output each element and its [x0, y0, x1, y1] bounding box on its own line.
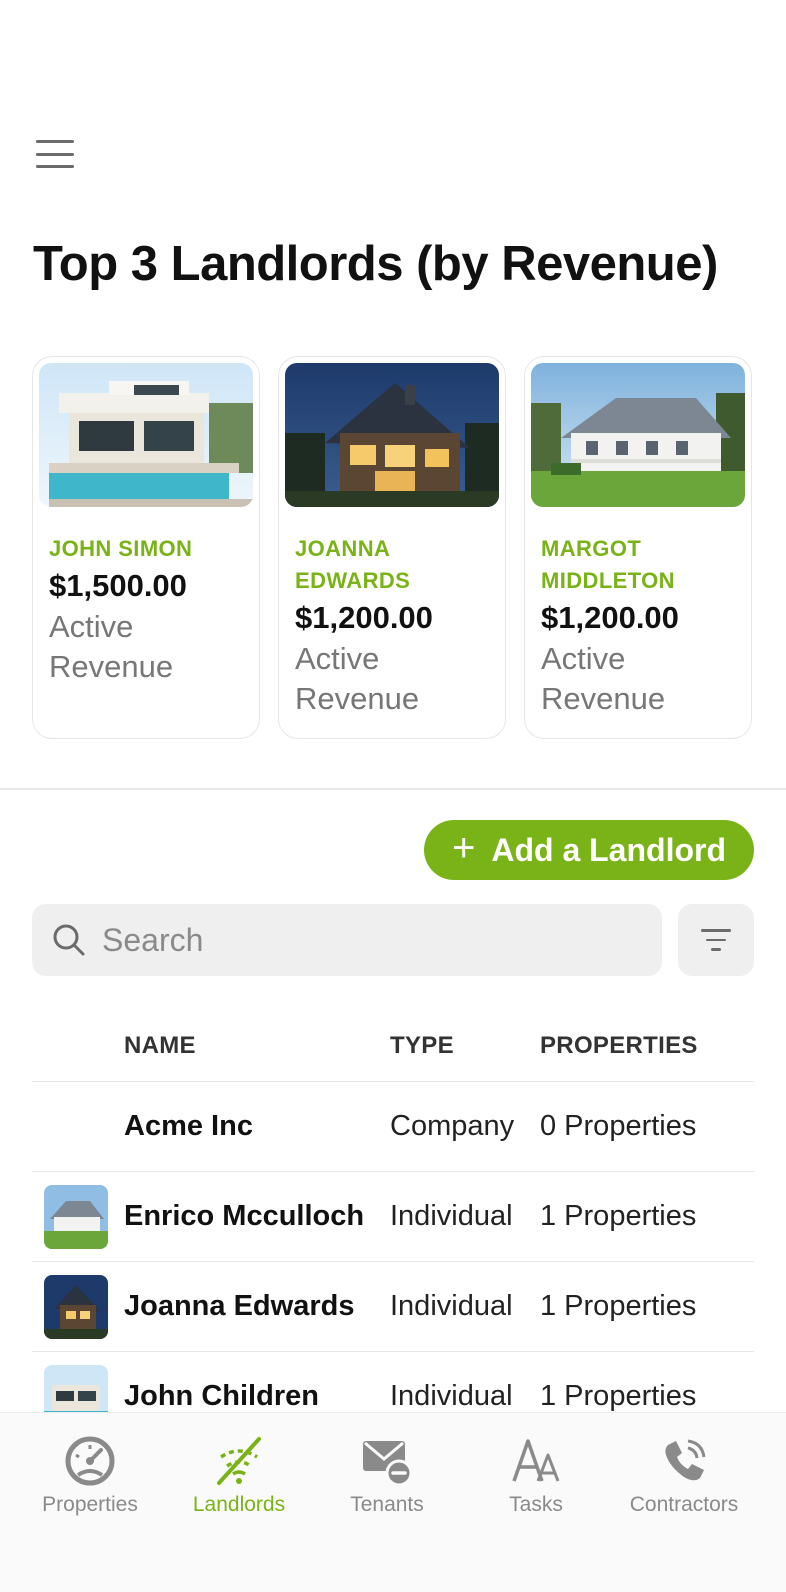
landlords-table: NAME TYPE PROPERTIES Acme Inc Company 0 … [32, 1010, 754, 1442]
row-type: Individual [390, 1200, 513, 1232]
wifi-signal-icon [217, 1437, 261, 1485]
row-type: Individual [390, 1380, 513, 1412]
tab-tasks[interactable]: Tasks [461, 1435, 611, 1517]
table-row[interactable]: Enrico Mcculloch Individual 1 Properties [32, 1172, 754, 1262]
row-properties: 1 Properties [540, 1380, 697, 1412]
landlord-name: JOHN SIMON [49, 536, 193, 561]
tab-label: Tenants [350, 1493, 424, 1516]
tab-label: Contractors [629, 1493, 739, 1516]
top-landlord-card[interactable]: JOANNA EDWARDS $1,200.00 Active Revenue [278, 356, 506, 739]
row-name: Acme Inc [124, 1110, 253, 1142]
row-name: John Children [124, 1380, 319, 1412]
column-header-name[interactable]: NAME [124, 1032, 390, 1060]
landlord-thumbnail [44, 1184, 108, 1249]
landlord-thumbnail [44, 1274, 108, 1339]
plus-icon: + [451, 826, 476, 870]
top-landlords-cards: JOHN SIMON $1,500.00 Active Revenue JOAN… [32, 356, 752, 739]
top-landlord-card[interactable]: MARGOT MIDDLETON $1,200.00 Active Revenu… [524, 356, 752, 739]
property-image [285, 363, 499, 507]
mail-minus-icon [363, 1441, 413, 1487]
filter-icon [701, 929, 731, 932]
text-font-icon [512, 1439, 560, 1482]
row-properties: 0 Properties [540, 1110, 697, 1142]
section-divider [0, 788, 786, 790]
search-icon [53, 924, 85, 956]
column-header-type[interactable]: TYPE [390, 1032, 540, 1060]
hamburger-menu-icon[interactable] [36, 140, 74, 168]
revenue-amount: $1,500.00 [49, 568, 187, 603]
top-landlord-card[interactable]: JOHN SIMON $1,500.00 Active Revenue [32, 356, 260, 739]
tab-label: Properties [42, 1493, 138, 1516]
revenue-label: Active Revenue [295, 641, 420, 716]
revenue-amount: $1,200.00 [295, 600, 433, 635]
revenue-amount: $1,200.00 [541, 600, 679, 635]
speedometer-icon [65, 1436, 115, 1486]
row-type: Individual [390, 1290, 513, 1322]
revenue-label: Active Revenue [541, 641, 666, 716]
add-landlord-button[interactable]: + Add a Landlord [424, 820, 754, 880]
bottom-tab-bar: Properties Landlords Tenants Tasks Contr… [0, 1412, 786, 1592]
revenue-label: Active Revenue [49, 609, 174, 684]
tab-tenants[interactable]: Tenants [312, 1435, 462, 1517]
row-name: Enrico Mcculloch [124, 1200, 365, 1232]
table-header: NAME TYPE PROPERTIES [32, 1010, 754, 1082]
landlord-name: MARGOT MIDDLETON [541, 536, 675, 593]
table-row[interactable]: Joanna Edwards Individual 1 Properties [32, 1262, 754, 1352]
property-image [531, 363, 745, 507]
property-image [39, 363, 253, 507]
tab-contractors[interactable]: Contractors [609, 1435, 759, 1517]
tab-label: Landlords [192, 1493, 286, 1516]
row-type: Company [390, 1110, 515, 1142]
landlord-name: JOANNA EDWARDS [295, 536, 411, 593]
tab-landlords[interactable]: Landlords [164, 1435, 314, 1517]
table-row[interactable]: Acme Inc Company 0 Properties [32, 1082, 754, 1172]
row-properties: 1 Properties [540, 1200, 697, 1232]
search-input[interactable] [102, 921, 622, 959]
tab-label: Tasks [509, 1493, 563, 1516]
tab-properties[interactable]: Properties [15, 1435, 165, 1517]
column-header-properties[interactable]: PROPERTIES [540, 1032, 698, 1060]
filter-button[interactable] [678, 904, 754, 976]
add-landlord-label: Add a Landlord [491, 831, 726, 868]
page-title: Top 3 Landlords (by Revenue) [33, 237, 718, 291]
search-field[interactable] [32, 904, 662, 976]
phone-call-icon [665, 1439, 706, 1481]
row-properties: 1 Properties [540, 1290, 697, 1322]
row-name: Joanna Edwards [124, 1290, 355, 1322]
